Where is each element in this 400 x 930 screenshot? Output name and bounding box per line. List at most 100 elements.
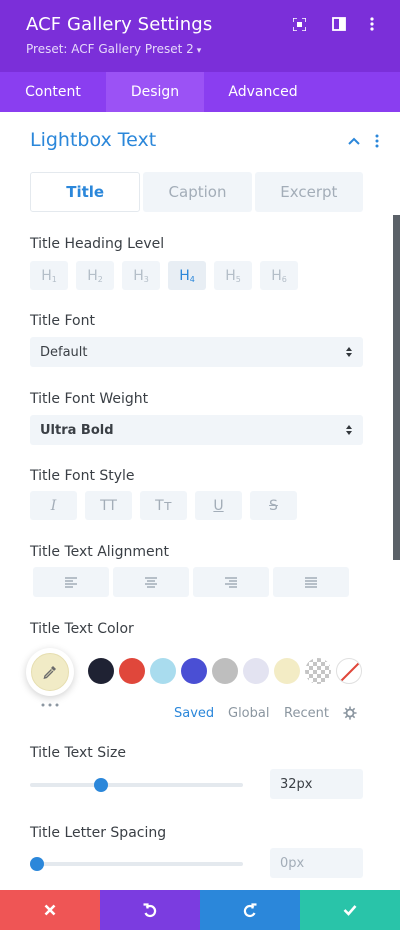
heading-h3-button[interactable]: H3 [122,261,160,290]
no-color-icon [340,662,360,682]
font-weight-label: Title Font Weight [30,391,149,407]
gear-icon[interactable] [343,706,357,720]
text-size-input[interactable]: 32px [270,769,363,799]
color-swatch[interactable] [88,658,114,684]
palette-tab-recent[interactable]: Recent [284,706,329,721]
align-justify-button[interactable] [273,567,349,597]
heading-number: 1 [51,275,57,284]
palette-tab-global[interactable]: Global [228,706,269,721]
font-weight-select[interactable]: Ultra Bold [30,415,363,445]
redo-button[interactable] [200,890,300,930]
panel-title: ACF Gallery Settings [26,14,213,35]
heading-h1-button[interactable]: H1 [30,261,68,290]
align-left-button[interactable] [33,567,109,597]
heading-letter: H [41,268,52,284]
current-color-preview [31,653,69,691]
select-arrows-icon [346,425,352,435]
subtab-caption[interactable]: Caption [143,172,252,212]
kebab-menu-icon[interactable] [362,14,382,34]
heading-h4-button[interactable]: H4 [168,261,206,290]
font-weight-value: Ultra Bold [40,422,114,438]
close-icon [44,904,56,916]
check-icon [343,905,357,916]
color-swatch[interactable] [181,658,207,684]
letter-spacing-slider-thumb[interactable] [30,857,44,871]
no-color-swatch[interactable] [336,658,362,684]
align-left-icon [65,576,77,588]
capitalize-button[interactable]: Tт [140,491,187,520]
tab-advanced[interactable]: Advanced [204,72,322,112]
redo-icon [243,903,257,918]
section-title[interactable]: Lightbox Text [30,129,156,151]
letter-spacing-label: Title Letter Spacing [30,825,167,841]
alignment-label: Title Text Alignment [30,544,169,560]
select-arrows-icon [346,347,352,357]
font-select[interactable]: Default [30,337,363,367]
align-right-button[interactable] [193,567,269,597]
action-bar [0,890,400,930]
tab-content[interactable]: Content [0,72,106,112]
preset-selector[interactable]: Preset: ACF Gallery Preset 2 ▾ [26,42,201,56]
transparent-swatch[interactable] [305,658,331,684]
split-view-icon[interactable] [329,14,349,34]
save-button[interactable] [300,890,400,930]
alignment-options [33,567,349,597]
eyedropper-icon [43,666,56,679]
align-right-icon [225,576,237,588]
heading-level-options: H1 H2 H3 H4 H5 H6 [30,261,298,290]
strikethrough-button[interactable]: S [250,491,297,520]
subtab-excerpt[interactable]: Excerpt [254,172,363,212]
tab-design[interactable]: Design [106,72,204,112]
heading-number: 6 [281,275,287,284]
letter-spacing-input[interactable]: 0px [270,848,363,878]
heading-h5-button[interactable]: H5 [214,261,252,290]
heading-number: 4 [189,275,195,284]
heading-letter: H [87,268,98,284]
heading-letter: H [133,268,144,284]
color-swatch[interactable] [119,658,145,684]
uppercase-button[interactable]: TT [85,491,132,520]
color-swatch[interactable] [150,658,176,684]
heading-letter: H [179,268,190,284]
focus-icon[interactable] [289,14,309,34]
text-size-slider[interactable] [30,783,243,787]
color-swatch[interactable] [243,658,269,684]
align-justify-icon [305,576,317,588]
section-kebab-icon[interactable] [371,133,383,149]
heading-number: 2 [97,275,103,284]
font-label: Title Font [30,313,95,329]
undo-button[interactable] [100,890,200,930]
align-center-button[interactable] [113,567,189,597]
letter-spacing-slider[interactable] [30,862,243,866]
scrollbar[interactable] [393,215,400,560]
panel-header: ACF Gallery Settings Preset: ACF Gallery… [0,0,400,72]
heading-letter: H [225,268,236,284]
subtab-title[interactable]: Title [30,172,141,212]
preset-label: Preset: ACF Gallery Preset 2 [26,42,194,56]
heading-letter: H [271,268,282,284]
heading-h6-button[interactable]: H6 [260,261,298,290]
palette-tab-saved[interactable]: Saved [174,706,214,721]
heading-number: 5 [235,275,241,284]
discard-button[interactable] [0,890,100,930]
caret-down-icon: ▾ [196,46,202,56]
text-size-label: Title Text Size [30,745,126,761]
subtab-bar: Title Caption Excerpt [30,172,363,212]
color-swatch[interactable] [274,658,300,684]
heading-level-label: Title Heading Level [30,236,165,252]
font-style-options: I TT Tт U S [30,491,297,520]
chevron-up-icon[interactable] [346,133,362,149]
font-select-value: Default [40,344,88,360]
italic-button[interactable]: I [30,491,77,520]
tab-bar: Content Design Advanced [0,72,400,112]
undo-icon [143,903,157,918]
color-picker-button[interactable] [26,648,74,696]
heading-number: 3 [143,275,149,284]
font-style-label: Title Font Style [30,468,135,484]
text-color-label: Title Text Color [30,621,134,637]
color-swatch[interactable] [212,658,238,684]
underline-button[interactable]: U [195,491,242,520]
heading-h2-button[interactable]: H2 [76,261,114,290]
more-colors-icon[interactable] [39,702,61,708]
text-size-slider-thumb[interactable] [93,778,108,792]
